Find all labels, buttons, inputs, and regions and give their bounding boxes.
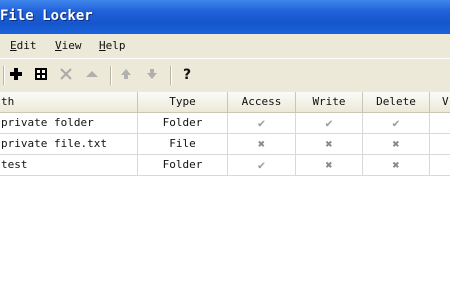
delete-cell[interactable]: ✖ (363, 155, 430, 175)
add-icon[interactable] (8, 67, 24, 83)
cross-icon: ✖ (325, 137, 333, 151)
menu-help[interactable]: Help (99, 39, 126, 52)
path-cell: private folder (0, 113, 138, 133)
check-icon: ✔ (392, 116, 400, 130)
table-row[interactable]: private file.txt File ✖ ✖ ✖ (0, 134, 450, 155)
grid-icon[interactable] (33, 67, 49, 83)
menu-edit[interactable]: Edit (10, 39, 37, 52)
access-cell[interactable]: ✖ (228, 134, 296, 154)
v-cell[interactable] (430, 113, 450, 133)
check-icon: ✔ (257, 158, 266, 172)
toolbar-separator (110, 66, 112, 85)
column-header-access[interactable]: Access (228, 92, 296, 112)
help-icon[interactable]: ? (179, 67, 195, 83)
column-header-type[interactable]: Type (138, 92, 228, 112)
write-cell[interactable]: ✔ (296, 113, 363, 133)
delete-cell[interactable]: ✖ (363, 134, 430, 154)
cross-icon: ✖ (257, 137, 266, 151)
column-header-v[interactable]: V (430, 92, 450, 112)
table-row[interactable]: private folder Folder ✔ ✔ ✔ (0, 113, 450, 134)
toolbar: ? (0, 58, 450, 94)
menu-bar: Edit View Help (0, 34, 450, 58)
table-row[interactable]: test Folder ✔ ✖ ✖ (0, 155, 450, 176)
cross-icon: ✖ (392, 158, 400, 172)
delete-cell[interactable]: ✔ (363, 113, 430, 133)
column-header-path[interactable]: th (0, 92, 138, 112)
eject-icon[interactable] (84, 67, 100, 83)
file-list[interactable]: th Type Access Write Delete V private fo… (0, 92, 450, 300)
write-cell[interactable]: ✖ (296, 134, 363, 154)
type-cell: File (138, 134, 228, 154)
type-cell: Folder (138, 155, 228, 175)
access-cell[interactable]: ✔ (228, 155, 296, 175)
toolbar-separator (3, 66, 5, 85)
menu-view[interactable]: View (55, 39, 82, 52)
column-header-write[interactable]: Write (296, 92, 363, 112)
v-cell[interactable] (430, 134, 450, 154)
type-cell: Folder (138, 113, 228, 133)
v-cell[interactable] (430, 155, 450, 175)
move-up-icon[interactable] (118, 67, 134, 83)
toolbar-separator (170, 66, 172, 85)
move-down-icon[interactable] (144, 67, 160, 83)
check-icon: ✔ (325, 116, 333, 130)
write-cell[interactable]: ✖ (296, 155, 363, 175)
window-title: File Locker (0, 8, 93, 24)
check-icon: ✔ (257, 116, 266, 130)
table-header: th Type Access Write Delete V (0, 92, 450, 113)
cross-icon: ✖ (325, 158, 333, 172)
path-cell: test (0, 155, 138, 175)
column-header-delete[interactable]: Delete (363, 92, 430, 112)
path-cell: private file.txt (0, 134, 138, 154)
access-cell[interactable]: ✔ (228, 113, 296, 133)
delete-icon[interactable] (58, 67, 74, 83)
title-bar: File Locker (0, 0, 450, 34)
cross-icon: ✖ (392, 137, 400, 151)
